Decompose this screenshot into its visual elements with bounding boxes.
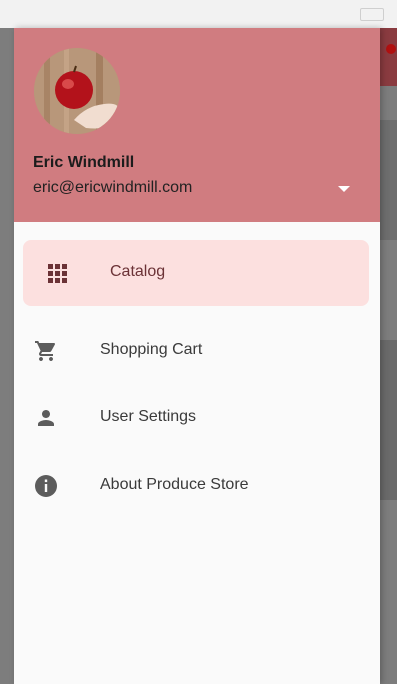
status-bar xyxy=(0,0,397,28)
person-icon xyxy=(34,406,58,430)
apple-photo xyxy=(34,48,120,134)
menu-item-catalog[interactable]: Catalog xyxy=(23,240,369,306)
account-dropdown-toggle[interactable] xyxy=(332,180,356,198)
info-icon xyxy=(34,474,58,498)
shopping-cart-icon xyxy=(34,339,58,363)
background-badge xyxy=(386,44,396,54)
navigation-drawer: Eric Windmill eric@ericwindmill.com Cata… xyxy=(14,28,380,684)
drawer-header: Eric Windmill eric@ericwindmill.com xyxy=(14,28,380,222)
menu-item-user-settings[interactable]: User Settings xyxy=(14,385,380,451)
menu-item-label: Shopping Cart xyxy=(100,341,203,358)
grid-icon xyxy=(45,261,69,285)
background-card xyxy=(380,340,397,500)
background-card xyxy=(380,120,397,240)
menu-item-shopping-cart[interactable]: Shopping Cart xyxy=(14,318,380,384)
menu-item-about[interactable]: About Produce Store xyxy=(14,453,380,519)
menu-item-label: About Produce Store xyxy=(100,476,249,493)
menu-item-label: Catalog xyxy=(110,263,166,280)
user-email: eric@ericwindmill.com xyxy=(33,179,193,196)
battery-icon xyxy=(360,8,384,21)
user-name: Eric Windmill xyxy=(33,154,135,171)
avatar[interactable] xyxy=(34,48,120,134)
menu-item-label: User Settings xyxy=(100,408,197,425)
arrow-drop-down-icon xyxy=(338,186,350,192)
